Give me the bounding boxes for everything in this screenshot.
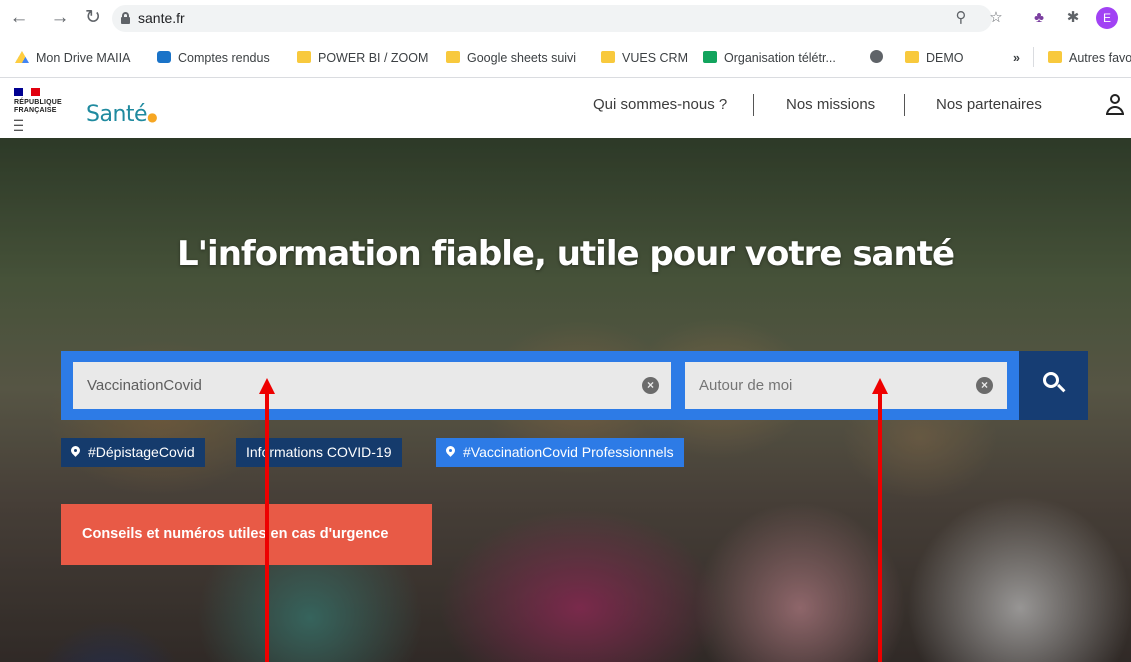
annotation-arrow-head [259, 378, 275, 394]
bookmark-vues-crm[interactable]: VUES CRM [601, 50, 688, 66]
tag-vaccination-pros[interactable]: #VaccinationCovid Professionnels [436, 438, 684, 467]
location-pin-icon [446, 446, 455, 458]
nav-nos-partenaires[interactable]: Nos partenaires [936, 96, 1042, 113]
reload-icon[interactable]: ↻ [82, 8, 104, 28]
globe-icon [870, 50, 883, 63]
french-flag-icon [14, 88, 41, 96]
extension-icon[interactable]: ♣ [1029, 9, 1049, 27]
google-drive-icon [15, 51, 29, 63]
search-button[interactable] [1019, 351, 1088, 420]
tag-depistage-covid[interactable]: #DépistageCovid [61, 438, 205, 467]
trello-icon [703, 51, 717, 63]
location-input[interactable] [685, 362, 1007, 409]
folder-icon [297, 51, 311, 63]
overflow-icon: » [1013, 51, 1020, 65]
puzzle-extensions-icon[interactable]: ✱ [1063, 9, 1083, 27]
annotation-arrow-shaft [878, 392, 882, 662]
logo-dot-icon: ● [147, 110, 158, 124]
annotation-arrow-shaft [265, 392, 269, 662]
sante-logo[interactable]: Santé● [86, 102, 158, 127]
hero-title: L'information fiable, utile pour votre s… [176, 234, 955, 274]
browser-toolbar: ← → ↻ sante.fr ⚲ ☆ ♣ ✱ E [0, 0, 1131, 36]
tag-informations-covid[interactable]: Informations COVID-19 [236, 438, 402, 467]
search-icon [1043, 372, 1066, 396]
hero-banner: L'information fiable, utile pour votre s… [0, 138, 1131, 662]
location-pin-icon[interactable]: ⚲ [951, 9, 971, 27]
lock-icon[interactable] [121, 12, 130, 24]
user-account-icon[interactable] [1105, 92, 1125, 116]
bookmark-organisation[interactable]: Organisation télétr... [703, 50, 836, 66]
gov-logo-text: RÉPUBLIQUE FRANÇAISE [14, 99, 62, 114]
bookmarks-overflow[interactable]: » [1013, 50, 1020, 66]
annotation-arrow-head [872, 378, 888, 394]
back-icon[interactable]: ← [8, 8, 30, 28]
urgence-button[interactable]: Conseils et numéros utiles en cas d'urge… [61, 504, 432, 565]
forward-icon[interactable]: → [49, 8, 71, 28]
query-field[interactable]: × [73, 362, 671, 409]
folder-icon [601, 51, 615, 63]
query-input[interactable] [73, 362, 671, 409]
bookmark-globe[interactable] [870, 50, 890, 66]
folder-icon [1048, 51, 1062, 63]
address-bar[interactable]: sante.fr [112, 5, 992, 32]
devise-lines: ▬▬ ▬▬ ▬▬ [14, 117, 23, 132]
location-field[interactable]: × [685, 362, 1007, 409]
url-text[interactable]: sante.fr [138, 10, 185, 26]
bookmarks-separator [1033, 47, 1034, 67]
profile-avatar[interactable]: E [1096, 7, 1118, 29]
folder-icon [905, 51, 919, 63]
bookmark-comptes-rendus[interactable]: Comptes rendus [157, 50, 270, 66]
sharepoint-icon [157, 51, 171, 63]
location-pin-icon [71, 446, 80, 458]
bookmarks-bar: Mon Drive MAIIA Comptes rendus POWER BI … [0, 36, 1131, 78]
folder-icon [446, 51, 460, 63]
bookmark-demo[interactable]: DEMO [905, 50, 964, 66]
clear-query-icon[interactable]: × [642, 377, 659, 394]
site-header: RÉPUBLIQUE FRANÇAISE ▬▬ ▬▬ ▬▬ Santé● Qui s… [0, 78, 1131, 138]
bookmark-google-sheets[interactable]: Google sheets suivi [446, 50, 576, 66]
nav-separator [904, 94, 905, 116]
bookmark-power-bi[interactable]: POWER BI / ZOOM [297, 50, 428, 66]
nav-nos-missions[interactable]: Nos missions [786, 96, 875, 113]
nav-qui-sommes-nous[interactable]: Qui sommes-nous ? [593, 96, 727, 113]
bookmark-autres-favoris[interactable]: Autres favo [1048, 50, 1131, 66]
bookmark-mon-drive[interactable]: Mon Drive MAIIA [15, 50, 130, 66]
star-bookmark-icon[interactable]: ☆ [986, 9, 1006, 27]
clear-location-icon[interactable]: × [976, 377, 993, 394]
republique-francaise-logo[interactable]: RÉPUBLIQUE FRANÇAISE ▬▬ ▬▬ ▬▬ [14, 88, 74, 132]
nav-separator [753, 94, 754, 116]
